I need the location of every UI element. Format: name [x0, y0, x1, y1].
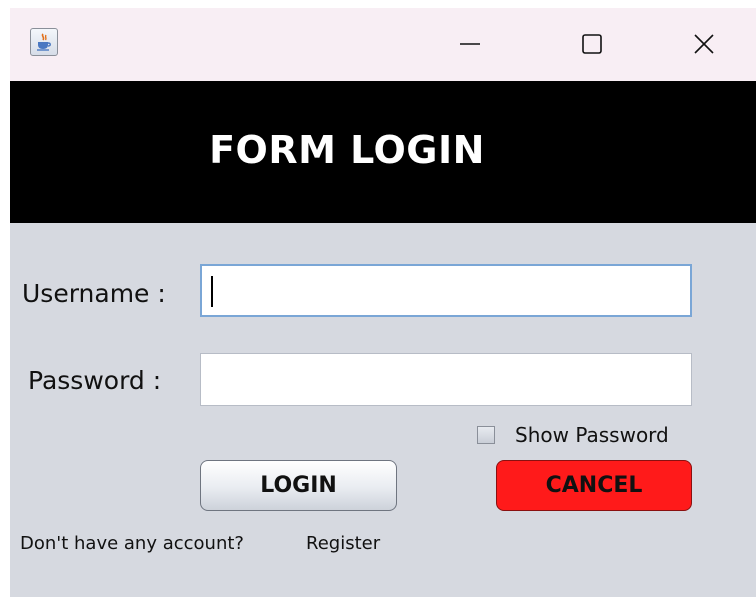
password-label: Password :: [28, 366, 162, 395]
password-input[interactable]: [200, 353, 692, 406]
show-password-label[interactable]: Show Password: [515, 422, 669, 448]
register-prompt: Don't have any account?: [20, 533, 244, 554]
java-cup-icon: [30, 28, 58, 56]
minimize-button[interactable]: [447, 24, 493, 64]
maximize-button[interactable]: [569, 24, 615, 64]
close-icon: [694, 34, 714, 54]
page-title: FORM LOGIN: [209, 128, 485, 172]
username-input[interactable]: [200, 264, 692, 317]
text-caret: [211, 276, 213, 307]
maximize-icon: [582, 34, 602, 54]
header-banner: FORM LOGIN: [10, 81, 756, 223]
cancel-button[interactable]: CANCEL: [496, 460, 692, 511]
username-label: Username :: [22, 279, 166, 308]
show-password-checkbox[interactable]: [477, 426, 495, 444]
minimize-icon: [460, 43, 480, 45]
login-window: FORM LOGIN Username : Password : Show Pa…: [10, 8, 756, 597]
close-button[interactable]: [681, 24, 727, 64]
login-button[interactable]: LOGIN: [200, 460, 397, 511]
title-bar[interactable]: [10, 8, 756, 81]
register-link[interactable]: Register: [306, 532, 380, 556]
